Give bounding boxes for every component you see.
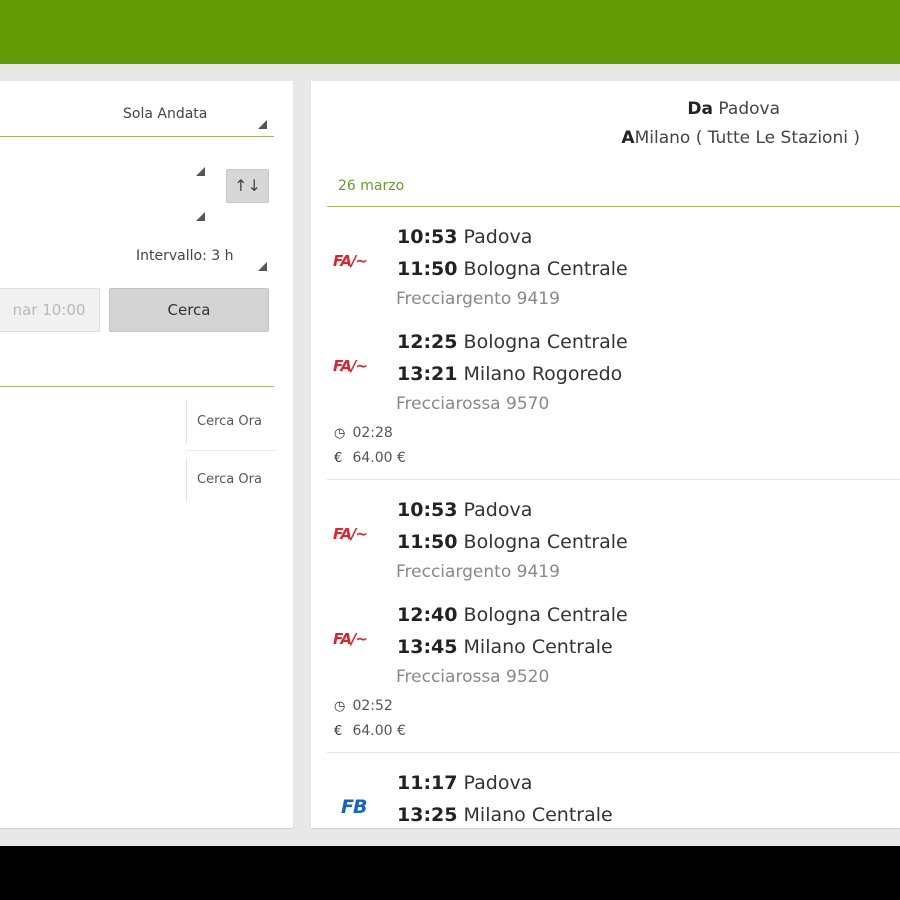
action-bar	[0, 0, 900, 64]
arrival-time: 11:50	[397, 531, 458, 553]
departure: 12:40 Bologna Centrale	[397, 604, 628, 626]
leg: FA/~ 12:40 Bologna Centrale 13:45 Milano…	[0, 600, 900, 690]
clock-icon: ◷	[334, 699, 346, 714]
swap-stations-button[interactable]: ↑↓	[226, 169, 269, 203]
duration-value: 02:28	[352, 425, 393, 441]
train-name: Frecciarossa 9520	[396, 667, 550, 687]
arrival-station: Bologna Centrale	[463, 258, 628, 280]
leg: FA/~ 10:53 Padova 11:50 Bologna Centrale…	[0, 495, 900, 585]
spinner-arrow-icon	[196, 167, 205, 176]
frecciabianca-logo: FB	[341, 796, 367, 818]
euro-icon: €	[334, 724, 343, 739]
trip-type-value: Sola Andata	[123, 106, 208, 122]
arrival: 13:25 Milano Centrale	[397, 804, 613, 826]
solution-card[interactable]: FA/~ 10:53 Padova 11:50 Bologna Centrale…	[0, 222, 900, 478]
departure: 10:53 Padova	[397, 226, 532, 248]
departure-time: 11:17	[397, 772, 458, 794]
euro-icon: €	[334, 451, 343, 466]
departure: 12:25 Bologna Centrale	[397, 331, 628, 353]
arrival: 11:50 Bologna Centrale	[397, 531, 628, 553]
departure: 10:53 Padova	[397, 499, 532, 521]
card-separator	[327, 752, 900, 753]
leg: FA/~ 10:53 Padova 11:50 Bologna Centrale…	[0, 222, 900, 312]
solution-card[interactable]: FB 11:17 Padova 13:25 Milano Centrale	[311, 768, 900, 828]
arrival: 13:45 Milano Centrale	[397, 636, 613, 658]
arrival-station: Bologna Centrale	[463, 531, 628, 553]
arrival-station: Milano Centrale	[463, 636, 613, 658]
date-underline	[327, 206, 900, 207]
from-label: Da	[687, 99, 714, 119]
clock-icon: ◷	[334, 426, 346, 441]
train-name: Frecciarossa 9570	[396, 394, 550, 414]
frecciargento-logo: FA/~	[333, 252, 368, 270]
departure-station: Padova	[463, 226, 533, 248]
duration: ◷ 02:52	[334, 698, 393, 714]
departure-time: 10:53	[397, 499, 458, 521]
departure-station: Bologna Centrale	[463, 604, 628, 626]
departure-time: 12:40	[397, 604, 458, 626]
route-to: AMilano ( Tutte Le Stazioni )	[621, 128, 860, 148]
price: € 64.00 €	[334, 723, 406, 739]
frecciargento-logo: FA/~	[333, 525, 368, 543]
solution-card[interactable]: FA/~ 10:53 Padova 11:50 Bologna Centrale…	[0, 495, 900, 751]
train-name: Frecciargento 9419	[396, 562, 560, 582]
swap-arrows-icon: ↑↓	[234, 176, 261, 195]
frecciarossa-logo: FA/~	[333, 630, 368, 648]
results-date: 26 marzo	[338, 178, 405, 194]
route-from: Da Padova	[687, 99, 780, 119]
duration-value: 02:52	[352, 698, 393, 714]
departure-station: Padova	[463, 772, 533, 794]
departure-time: 12:25	[397, 331, 458, 353]
arrival-time: 13:45	[397, 636, 458, 658]
train-name: Frecciargento 9419	[396, 289, 560, 309]
leg: FB 11:17 Padova 13:25 Milano Centrale	[311, 768, 900, 828]
trip-type-spinner[interactable]: Sola Andata	[123, 106, 273, 130]
navigation-bar	[0, 846, 900, 900]
departure: 11:17 Padova	[397, 772, 532, 794]
arrival-station: Milano Rogoredo	[463, 363, 623, 385]
duration: ◷ 02:28	[334, 425, 393, 441]
price-value: 64.00 €	[352, 723, 406, 739]
arrival-time: 13:25	[397, 804, 458, 826]
price: € 64.00 €	[334, 450, 406, 466]
from-station: Padova	[718, 99, 780, 119]
leg: FA/~ 12:25 Bologna Centrale 13:21 Milano…	[0, 327, 900, 417]
to-label: A	[621, 128, 635, 148]
card-separator	[327, 479, 900, 480]
from-station-spinner[interactable]	[0, 160, 212, 182]
arrival: 11:50 Bologna Centrale	[397, 258, 628, 280]
spinner-arrow-icon	[258, 120, 267, 129]
spinner-arrow-icon	[196, 212, 205, 221]
arrival: 13:21 Milano Rogoredo	[397, 363, 622, 385]
arrival-time: 11:50	[397, 258, 458, 280]
frecciarossa-logo: FA/~	[333, 357, 368, 375]
departure-station: Bologna Centrale	[463, 331, 628, 353]
departure-station: Padova	[463, 499, 533, 521]
price-value: 64.00 €	[352, 450, 406, 466]
departure-time: 10:53	[397, 226, 458, 248]
to-station: Milano ( Tutte Le Stazioni )	[634, 128, 860, 148]
trip-type-underline	[0, 136, 274, 137]
arrival-station: Milano Centrale	[463, 804, 613, 826]
arrival-time: 13:21	[397, 363, 458, 385]
